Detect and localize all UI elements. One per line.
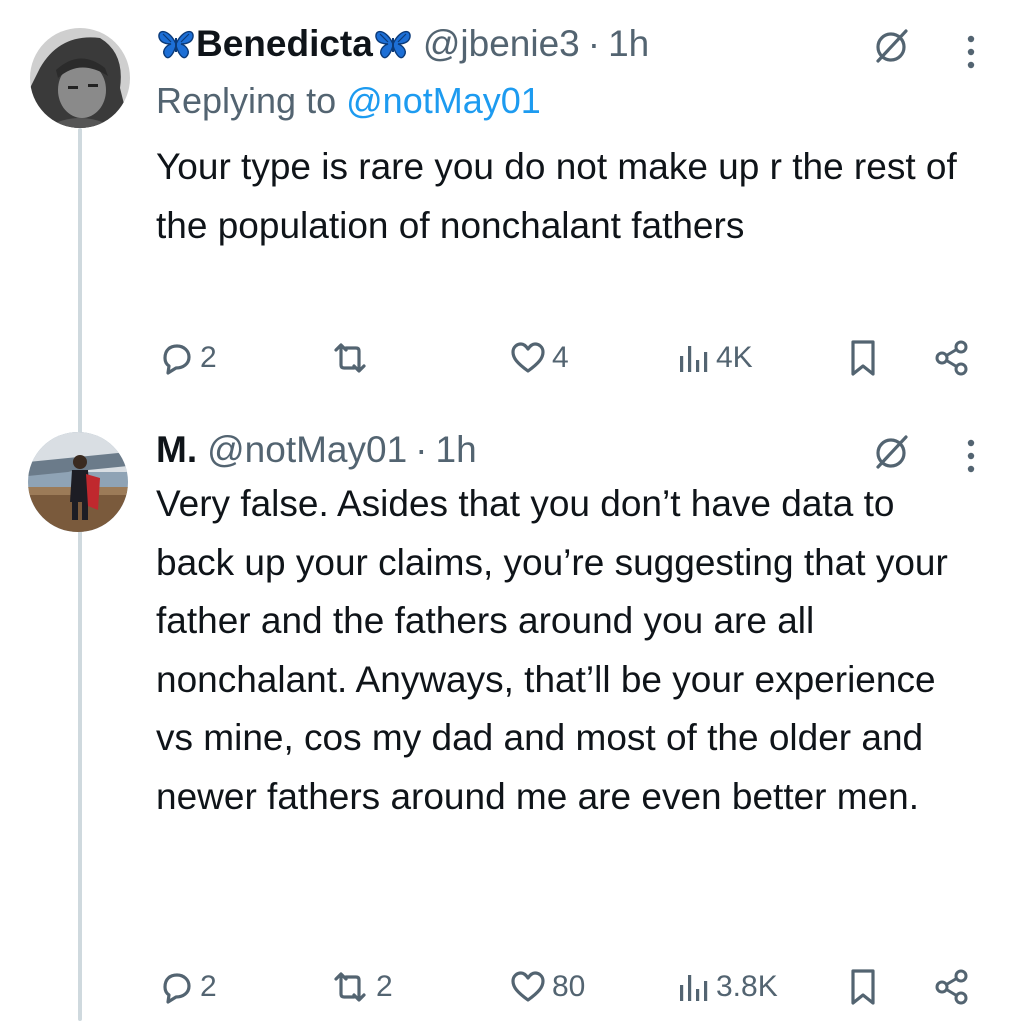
display-name[interactable]: Benedicta — [156, 22, 413, 66]
reply-icon — [163, 344, 191, 375]
bookmark-icon — [851, 969, 875, 1005]
separator-dot: · — [587, 23, 601, 64]
butterfly-icon — [375, 30, 411, 59]
view-count: 4K — [716, 341, 753, 374]
grok-icon[interactable] — [872, 26, 912, 66]
replying-to: Replying to @notMay01 — [156, 80, 541, 122]
heart-icon — [511, 342, 545, 373]
like-count: 80 — [552, 970, 586, 1003]
bookmark-icon — [851, 340, 875, 376]
more-options-icon[interactable] — [964, 438, 978, 474]
avatar[interactable] — [30, 28, 130, 128]
retweet-button[interactable]: 2 — [328, 965, 393, 1009]
reply-count: 2 — [200, 341, 217, 374]
views-icon — [680, 346, 708, 372]
view-count: 3.8K — [716, 970, 778, 1003]
display-name[interactable]: M. — [156, 428, 197, 472]
like-button[interactable]: 80 — [508, 965, 585, 1009]
views-button[interactable]: 3.8K — [676, 965, 778, 1009]
reply-button[interactable]: 2 — [156, 336, 217, 380]
retweet-count: 2 — [376, 970, 393, 1003]
more-options-icon[interactable] — [964, 34, 978, 70]
share-button[interactable] — [932, 965, 972, 1009]
tweet-header: M. @notMay01 · 1h — [156, 428, 477, 472]
like-count: 4 — [552, 341, 569, 374]
tweet-actions: 2 2 80 3.8K — [156, 965, 986, 1009]
views-icon — [680, 975, 708, 1001]
like-button[interactable]: 4 — [508, 336, 569, 380]
replying-to-label: Replying to — [156, 80, 337, 121]
timestamp[interactable]: 1h — [436, 428, 477, 472]
retweet-button[interactable] — [328, 336, 376, 380]
bookmark-button[interactable] — [846, 336, 880, 380]
timestamp[interactable]: 1h — [608, 22, 649, 66]
reply-button[interactable]: 2 — [156, 965, 217, 1009]
share-icon — [935, 969, 968, 1005]
user-handle[interactable]: @jbenie3 — [423, 22, 580, 66]
user-handle[interactable]: @notMay01 — [207, 428, 407, 472]
reply-count: 2 — [200, 970, 217, 1003]
tweet-text: Very false. Asides that you don’t have d… — [156, 483, 948, 817]
heart-icon — [511, 971, 545, 1002]
share-button[interactable] — [932, 336, 972, 380]
tweet-text: Your type is rare you do not make up r t… — [156, 146, 957, 246]
reply-mention-link[interactable]: @notMay01 — [346, 80, 541, 121]
retweet-icon — [334, 972, 366, 1002]
views-button[interactable]: 4K — [676, 336, 753, 380]
tweet-header: Benedicta @jbenie3 · 1h — [156, 22, 649, 66]
thread-connector-line — [78, 128, 82, 1021]
reply-icon — [163, 973, 191, 1004]
butterfly-icon — [158, 30, 194, 59]
avatar[interactable] — [28, 432, 128, 532]
share-icon — [935, 340, 968, 376]
separator-dot: · — [415, 429, 428, 470]
tweet-actions: 2 4 4K — [156, 336, 986, 380]
grok-icon[interactable] — [872, 432, 912, 472]
retweet-icon — [334, 343, 366, 373]
display-name-text: Benedicta — [196, 23, 373, 64]
bookmark-button[interactable] — [846, 965, 880, 1009]
